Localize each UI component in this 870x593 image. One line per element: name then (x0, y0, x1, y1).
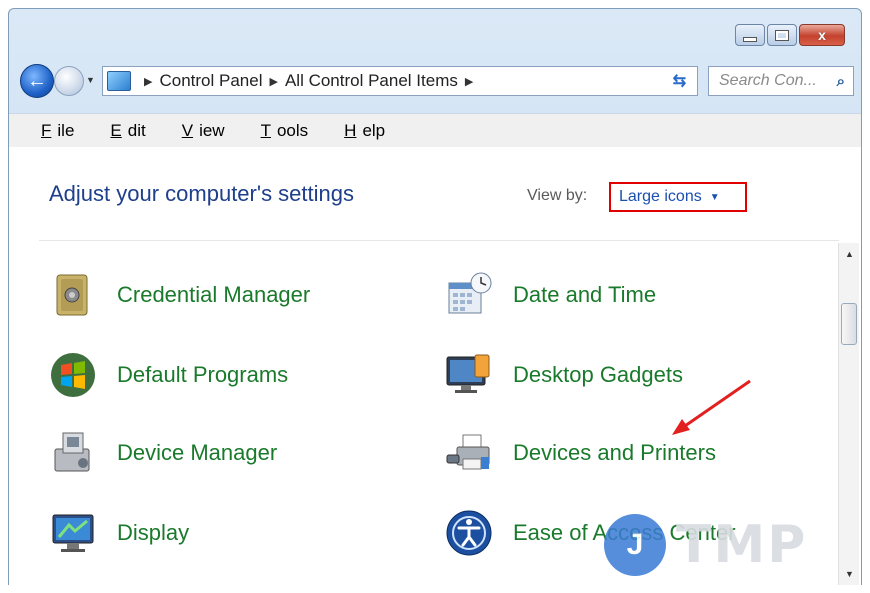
menu-edit-hotkey: E (110, 121, 122, 140)
menu-file-hotkey: F (41, 121, 52, 140)
watermark-logo: J TMP (604, 514, 807, 576)
item-label: Default Programs (117, 362, 289, 387)
item-label: Display (117, 520, 190, 545)
item-label: Device Manager (117, 440, 278, 465)
history-dropdown-icon[interactable]: ▼ (86, 75, 95, 85)
chevron-right-icon[interactable]: ▶ (144, 75, 152, 88)
item-default-programs[interactable]: Default Programs (49, 351, 288, 399)
close-icon: x (818, 27, 826, 43)
watermark-circle: J (604, 514, 666, 576)
item-label: Devices and Printers (513, 440, 716, 465)
chevron-right-icon[interactable]: ▶ (269, 75, 277, 88)
view-by-value: Large icons (619, 188, 702, 205)
item-label: Credential Manager (117, 282, 311, 307)
search-box[interactable]: Search Con... ⌕ (708, 66, 854, 96)
view-by-label: View by: (527, 187, 588, 204)
breadcrumb-control-panel[interactable]: Control Panel (159, 71, 262, 91)
display-monitor-icon (52, 514, 94, 552)
minimize-icon (743, 36, 757, 42)
menu-view[interactable]: View (166, 121, 225, 141)
window-controls: x (735, 24, 845, 46)
ease-of-access-icon (446, 510, 492, 556)
device-manager-icon (54, 432, 90, 472)
forward-button[interactable] (54, 66, 84, 96)
windows-logo-icon (51, 353, 95, 397)
menu-help-hotkey: H (344, 121, 357, 140)
scroll-down-icon[interactable]: ▼ (845, 569, 854, 579)
search-input[interactable]: Search Con... (719, 72, 817, 90)
divider (39, 240, 839, 241)
menu-file[interactable]: File (25, 121, 74, 141)
minimize-button[interactable] (735, 24, 765, 46)
item-date-and-time[interactable]: Date and Time (445, 271, 656, 319)
item-credential-manager[interactable]: Credential Manager (49, 271, 310, 319)
back-button[interactable]: ← (20, 64, 54, 98)
close-button[interactable]: x (799, 24, 845, 46)
watermark-text: TMP (676, 515, 808, 575)
vertical-scrollbar[interactable]: ▲ ▼ (838, 243, 859, 585)
refresh-icon: ⇆ (672, 73, 687, 90)
item-desktop-gadgets[interactable]: Desktop Gadgets (445, 351, 683, 399)
page-title: Adjust your computer's settings (49, 181, 355, 206)
gadgets-monitor-icon (446, 354, 490, 393)
navigation-bar: ← ▼ ▶ Control Panel ▶ All Control Panel … (16, 62, 854, 102)
menu-edit[interactable]: Edit (94, 121, 145, 141)
view-by-dropdown[interactable]: Large icons ▼ (609, 182, 747, 212)
search-icon[interactable]: ⌕ (837, 73, 845, 90)
menu-tools-hotkey: T (260, 121, 271, 140)
control-panel-icon (107, 71, 131, 91)
calendar-clock-icon (448, 272, 492, 314)
menu-tools[interactable]: Tools (245, 121, 309, 141)
item-devices-and-printers[interactable]: Devices and Printers (445, 429, 716, 477)
chevron-down-icon: ▼ (709, 191, 720, 203)
maximize-button[interactable] (767, 24, 797, 46)
back-arrow-icon: ← (27, 69, 47, 92)
refresh-button[interactable]: ⇆ (662, 66, 698, 96)
menu-bar: File Edit View Tools Help (9, 113, 861, 148)
menu-help[interactable]: Help (328, 121, 385, 141)
item-display[interactable]: Display (49, 509, 189, 557)
printer-icon (446, 434, 490, 470)
vault-icon (56, 274, 88, 316)
scrollbar-thumb[interactable] (841, 303, 857, 345)
item-label: Date and Time (513, 282, 657, 307)
menu-view-hotkey: V (181, 121, 194, 140)
item-label: Desktop Gadgets (513, 362, 683, 387)
item-device-manager[interactable]: Device Manager (49, 429, 277, 477)
breadcrumb-all-items[interactable]: All Control Panel Items (285, 71, 458, 91)
maximize-icon (775, 29, 789, 41)
chevron-right-icon[interactable]: ▶ (465, 75, 473, 88)
scroll-up-icon[interactable]: ▲ (845, 249, 854, 259)
address-bar[interactable]: ▶ Control Panel ▶ All Control Panel Item… (102, 66, 698, 96)
